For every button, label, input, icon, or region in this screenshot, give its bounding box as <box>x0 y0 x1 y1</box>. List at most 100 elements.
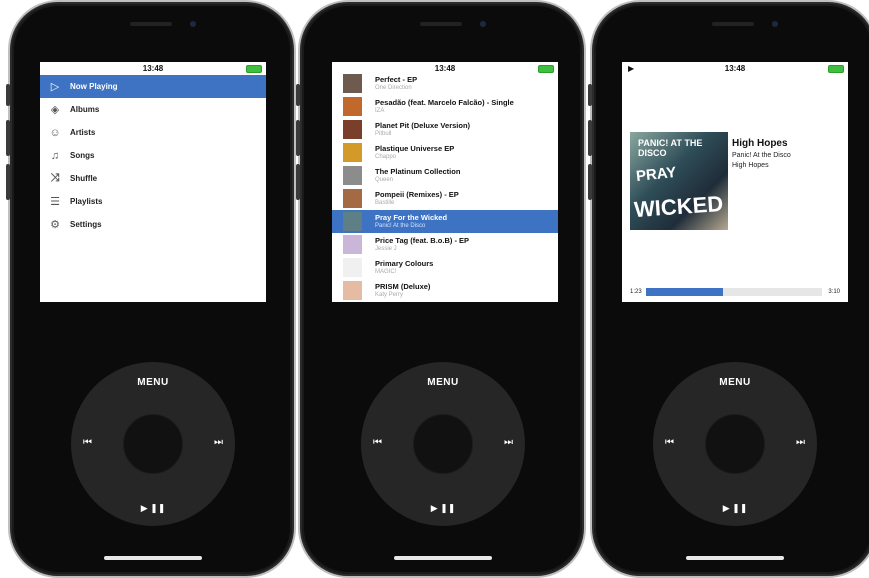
play-pause-icon[interactable]: ▶ ❚❚ <box>71 503 235 514</box>
song-row[interactable]: Pompeii (Remixes) - EP Bastille <box>332 187 558 210</box>
song-text: Plastique Universe EP Chappo <box>375 144 454 161</box>
click-wheel[interactable]: MENU ⏮ ⏭ ▶ ❚❚ <box>71 362 235 526</box>
song-row[interactable]: Price Tag (feat. B.o.B) - EP Jessie J <box>332 233 558 256</box>
menu-item-label: Artists <box>70 128 96 137</box>
home-indicator[interactable] <box>394 556 492 560</box>
song-row[interactable]: Primary Colours MAGIC! <box>332 256 558 279</box>
battery-icon <box>538 65 554 73</box>
song-row[interactable]: Plastique Universe EP Chappo <box>332 141 558 164</box>
album-thumbnail <box>343 281 362 300</box>
status-time: 13:48 <box>724 64 746 73</box>
volume-down-button <box>296 164 300 200</box>
play-pause-icon[interactable]: ▶ ❚❚ <box>653 503 817 514</box>
menu-item-settings[interactable]: ⚙ Settings <box>40 213 266 236</box>
song-artist: Chappo <box>375 154 397 160</box>
song-artist: One Direction <box>375 85 412 91</box>
volume-up-button <box>6 120 10 156</box>
wheel-center-button[interactable] <box>123 414 183 474</box>
music-note-icon: ♫ <box>50 149 60 162</box>
status-bar: 13:48 <box>40 62 266 75</box>
progress-bar[interactable] <box>646 288 822 296</box>
home-indicator[interactable] <box>686 556 784 560</box>
song-row[interactable]: Planet Pit (Deluxe Version) Pitbull <box>332 118 558 141</box>
song-list: Perfect - EP One Direction Pesadão (feat. … <box>332 72 558 302</box>
menu-item-artists[interactable]: ☺ Artists <box>40 121 266 144</box>
song-row[interactable]: The Platinum Collection Queen <box>332 164 558 187</box>
mute-switch <box>296 84 300 106</box>
wheel-center-button[interactable] <box>705 414 765 474</box>
song-text: Pompeii (Remixes) - EP Bastille <box>375 190 459 207</box>
song-artist: Pitbull <box>375 131 392 137</box>
song-artist: IZA <box>375 108 385 114</box>
album-thumbnail <box>343 189 362 208</box>
speaker <box>420 22 462 26</box>
previous-track-icon[interactable]: ⏮ <box>665 437 674 448</box>
menu-item-now-playing[interactable]: ▷ Now Playing <box>40 75 266 98</box>
menu-item-songs[interactable]: ♫ Songs <box>40 144 266 167</box>
elapsed-time: 1:23 <box>630 289 642 295</box>
menu-item-playlists[interactable]: ☰ Playlists <box>40 190 266 213</box>
song-album-title: Pompeii (Remixes) - EP <box>375 190 459 199</box>
battery-icon <box>828 65 844 73</box>
next-track-icon[interactable]: ⏭ <box>504 437 513 448</box>
wheel-menu-button[interactable]: MENU <box>71 377 235 388</box>
song-album-title: Pesadão (feat. Marcelo Falcão) - Single <box>375 98 514 107</box>
click-wheel[interactable]: MENU ⏮ ⏭ ▶ ❚❚ <box>361 362 525 526</box>
front-camera <box>772 21 778 27</box>
status-time: 13:48 <box>142 64 164 73</box>
song-row[interactable]: Pray For the Wicked Panic! At the Disco <box>332 210 558 233</box>
song-row[interactable]: PRISM (Deluxe) Katy Perry <box>332 279 558 302</box>
album-art-text-band: PANIC! AT THE DISCO <box>638 138 703 158</box>
click-wheel[interactable]: MENU ⏮ ⏭ ▶ ❚❚ <box>653 362 817 526</box>
volume-up-button <box>296 120 300 156</box>
list-icon: ☰ <box>50 196 60 208</box>
wheel-menu-button[interactable]: MENU <box>361 377 525 388</box>
song-album-title: Pray For the Wicked <box>375 213 448 222</box>
menu-item-label: Shuffle <box>70 174 98 183</box>
wheel-center-button[interactable] <box>413 414 473 474</box>
volume-up-button <box>588 120 592 156</box>
home-indicator[interactable] <box>104 556 202 560</box>
songs-screen: 13:48 Perfect - EP One Direction Pesadão (… <box>332 62 558 302</box>
song-text: Pray For the Wicked Panic! At the Disco <box>375 213 447 230</box>
phone-now-playing: ▶ 13:48 PANIC! AT THE DISCO PRAY WICKED … <box>588 4 869 574</box>
status-time: 13:48 <box>434 64 456 73</box>
wheel-menu-button[interactable]: MENU <box>653 377 817 388</box>
song-text: The Platinum Collection Queen <box>375 167 460 184</box>
song-artist: Panic! At the Disco <box>375 223 426 229</box>
menu-item-albums[interactable]: ◈ Albums <box>40 98 266 121</box>
track-artist: Panic! At the Disco <box>732 152 791 159</box>
front-camera <box>480 21 486 27</box>
gear-icon: ⚙ <box>50 219 60 231</box>
volume-down-button <box>588 164 592 200</box>
album-thumbnail <box>343 235 362 254</box>
people-icon: ☺ <box>49 126 61 139</box>
volume-down-button <box>6 164 10 200</box>
total-time: 3:10 <box>828 289 840 295</box>
next-track-icon[interactable]: ⏭ <box>796 437 805 448</box>
menu-item-shuffle[interactable]: ⤨ Shuffle <box>40 167 266 190</box>
mute-switch <box>6 84 10 106</box>
album-thumbnail <box>343 74 362 93</box>
menu-item-label: Albums <box>70 105 100 114</box>
album-thumbnail <box>343 258 362 277</box>
song-album-title: Plastique Universe EP <box>375 144 455 153</box>
song-album-title: Perfect - EP <box>375 75 418 84</box>
album-art-text-wicked: WICKED <box>633 190 724 223</box>
album-thumbnail <box>343 212 362 231</box>
song-artist: Queen <box>375 177 394 183</box>
next-track-icon[interactable]: ⏭ <box>214 437 223 448</box>
song-text: Price Tag (feat. B.o.B) - EP Jessie J <box>375 236 469 253</box>
song-album-title: Price Tag (feat. B.o.B) - EP <box>375 236 470 245</box>
previous-track-icon[interactable]: ⏮ <box>373 437 382 448</box>
album-art: PANIC! AT THE DISCO PRAY WICKED <box>630 132 728 230</box>
previous-track-icon[interactable]: ⏮ <box>83 437 92 448</box>
song-row[interactable]: Perfect - EP One Direction <box>332 72 558 95</box>
album-thumbnail <box>343 143 362 162</box>
now-playing-screen: ▶ 13:48 PANIC! AT THE DISCO PRAY WICKED … <box>622 62 848 302</box>
menu-item-label: Settings <box>70 220 102 229</box>
album-thumbnail <box>343 120 362 139</box>
play-pause-icon[interactable]: ▶ ❚❚ <box>361 503 525 514</box>
play-outline-icon: ▷ <box>50 81 60 93</box>
song-row[interactable]: Pesadão (feat. Marcelo Falcão) - Single I… <box>332 95 558 118</box>
